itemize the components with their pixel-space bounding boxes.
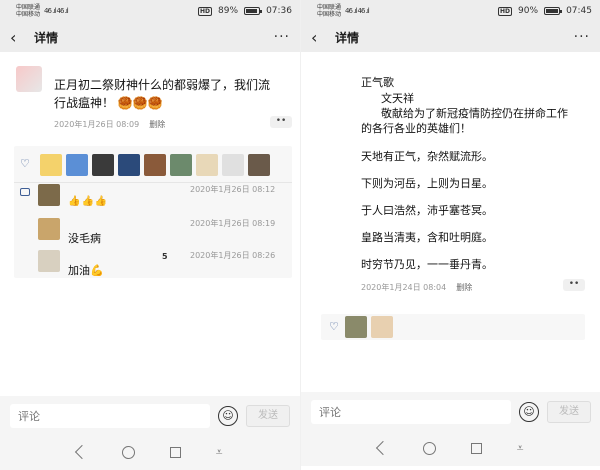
title-bar: ‹ 详情 ··· <box>0 22 300 52</box>
comment-bar: ☺ 发送 <box>0 396 300 436</box>
battery-percent: 89% <box>218 6 239 16</box>
heart-icon: ♡ <box>20 157 30 170</box>
nav-back-icon[interactable] <box>376 440 391 456</box>
send-button[interactable]: 发送 <box>246 405 290 427</box>
signal-icon: 46 .ıl 46 .ıl <box>345 7 370 15</box>
post-time: 2020年1月24日 08:04 <box>361 283 447 292</box>
nav-home-icon[interactable] <box>122 445 136 459</box>
carrier-2: 中国移动 <box>317 11 342 18</box>
like-avatar[interactable] <box>92 154 114 176</box>
nav-bar: ⩡ <box>301 430 600 466</box>
delete-link[interactable]: 删除 <box>456 282 472 293</box>
like-avatar[interactable] <box>118 154 140 176</box>
commenter-avatar[interactable] <box>38 250 60 272</box>
heart-icon: ♡ <box>329 320 339 333</box>
right-screen: 中国联通 中国移动 46 .ıl 46 .ıl HD 90% 07:45 ‹ 详… <box>300 0 600 470</box>
poem-line: 时穷节乃见，一一垂丹青。 <box>361 258 493 271</box>
post-action-button[interactable]: •• <box>270 116 292 128</box>
page-title: 详情 <box>335 30 360 45</box>
like-avatar[interactable] <box>170 154 192 176</box>
commenter-avatar[interactable] <box>38 184 60 206</box>
comment-badge: 5 <box>162 252 168 261</box>
left-screen: 中国联通 中国移动 46 .ıl 46 .ıl HD 89% 07:36 ‹ 详… <box>0 0 300 470</box>
carrier-info: 中国联通 中国移动 <box>16 4 40 18</box>
nav-recent-icon[interactable] <box>169 446 181 458</box>
battery-percent: 90% <box>518 6 539 16</box>
comment-icon <box>20 188 30 196</box>
post-text-line-1: 正月初二祭财神什么的都弱爆了，我们流 <box>54 78 271 92</box>
like-avatar[interactable] <box>345 316 367 338</box>
nav-hide-icon[interactable]: ⩡ <box>517 441 524 456</box>
hd-icon: HD <box>198 6 213 16</box>
comment-text: 加油💪 <box>68 264 104 277</box>
clock: 07:36 <box>266 6 292 16</box>
post-text-line-2: 行战瘟神！ 🥮🥮🥮 <box>54 96 163 110</box>
comment-input[interactable] <box>10 404 210 428</box>
likes-comments-box: ♡ 2020年1月26日 08:12 👍👍👍 2020年1月26日 08:19 … <box>14 146 292 278</box>
like-avatar[interactable] <box>222 154 244 176</box>
poem-line: 下则为河岳，上则为日星。 <box>361 177 493 190</box>
page-title: 详情 <box>34 30 59 45</box>
nav-hide-icon[interactable]: ⩡ <box>216 445 223 460</box>
back-icon[interactable]: ‹ <box>311 28 329 47</box>
comment-text: 没毛病 <box>68 232 101 245</box>
likes-box: ♡ <box>321 314 585 340</box>
like-avatar[interactable] <box>248 154 270 176</box>
post-action-button[interactable]: •• <box>563 279 585 291</box>
signal-icon: 46 .ıl 46 .ıl <box>44 7 69 15</box>
delete-link[interactable]: 删除 <box>149 119 165 130</box>
like-avatar[interactable] <box>40 154 62 176</box>
hd-icon: HD <box>498 6 513 16</box>
nav-home-icon[interactable] <box>423 441 437 455</box>
comment-time: 2020年1月26日 08:26 <box>190 251 276 260</box>
divider <box>14 182 292 183</box>
like-avatar[interactable] <box>371 316 393 338</box>
poem-line: 于人曰浩然，沛乎塞苍冥。 <box>361 204 493 217</box>
emoji-icon[interactable]: ☺ <box>218 406 238 426</box>
send-button[interactable]: 发送 <box>547 401 591 423</box>
status-bar: 中国联通 中国移动 46 .ıl 46 .ıl HD 89% 07:36 <box>0 0 300 22</box>
more-icon[interactable]: ··· <box>574 29 590 45</box>
emoji-icon[interactable]: ☺ <box>519 402 539 422</box>
poem-line: 皇路当清夷，含和吐明庭。 <box>361 231 493 244</box>
clock: 07:45 <box>566 6 592 16</box>
like-avatar[interactable] <box>144 154 166 176</box>
like-avatars <box>40 154 270 176</box>
title-bar: ‹ 详情 ··· <box>301 22 600 52</box>
carrier-2: 中国移动 <box>16 11 41 18</box>
like-avatar[interactable] <box>66 154 88 176</box>
battery-icon <box>244 7 263 15</box>
carrier-1: 中国联通 <box>317 4 342 11</box>
post-meta: 2020年1月26日 08:09 删除 <box>54 119 165 130</box>
battery-icon <box>544 7 563 15</box>
nav-bar: ⩡ <box>0 434 300 470</box>
nav-recent-icon[interactable] <box>470 442 482 454</box>
post-meta: 2020年1月24日 08:04 删除 <box>361 282 472 293</box>
carrier-1: 中国联通 <box>16 4 41 11</box>
nav-back-icon[interactable] <box>75 444 90 460</box>
comment-time: 2020年1月26日 08:19 <box>190 219 276 228</box>
comment-time: 2020年1月26日 08:12 <box>190 185 276 194</box>
carrier-info: 中国联通 中国移动 <box>317 4 341 18</box>
comment-input[interactable] <box>311 400 511 424</box>
poem-dedication-2: 的各行各业的英雄们！ <box>361 122 471 135</box>
comment-bar: ☺ 发送 <box>301 392 600 432</box>
status-bar: 中国联通 中国移动 46 .ıl 46 .ıl HD 90% 07:45 <box>301 0 600 22</box>
commenter-avatar[interactable] <box>38 218 60 240</box>
back-icon[interactable]: ‹ <box>10 28 28 47</box>
poster-avatar[interactable] <box>16 66 42 92</box>
post-time: 2020年1月26日 08:09 <box>54 120 140 129</box>
poem-line: 天地有正气，杂然赋流形。 <box>361 150 493 163</box>
like-avatar[interactable] <box>196 154 218 176</box>
comment-text: 👍👍👍 <box>68 196 109 207</box>
more-icon[interactable]: ··· <box>274 29 290 45</box>
